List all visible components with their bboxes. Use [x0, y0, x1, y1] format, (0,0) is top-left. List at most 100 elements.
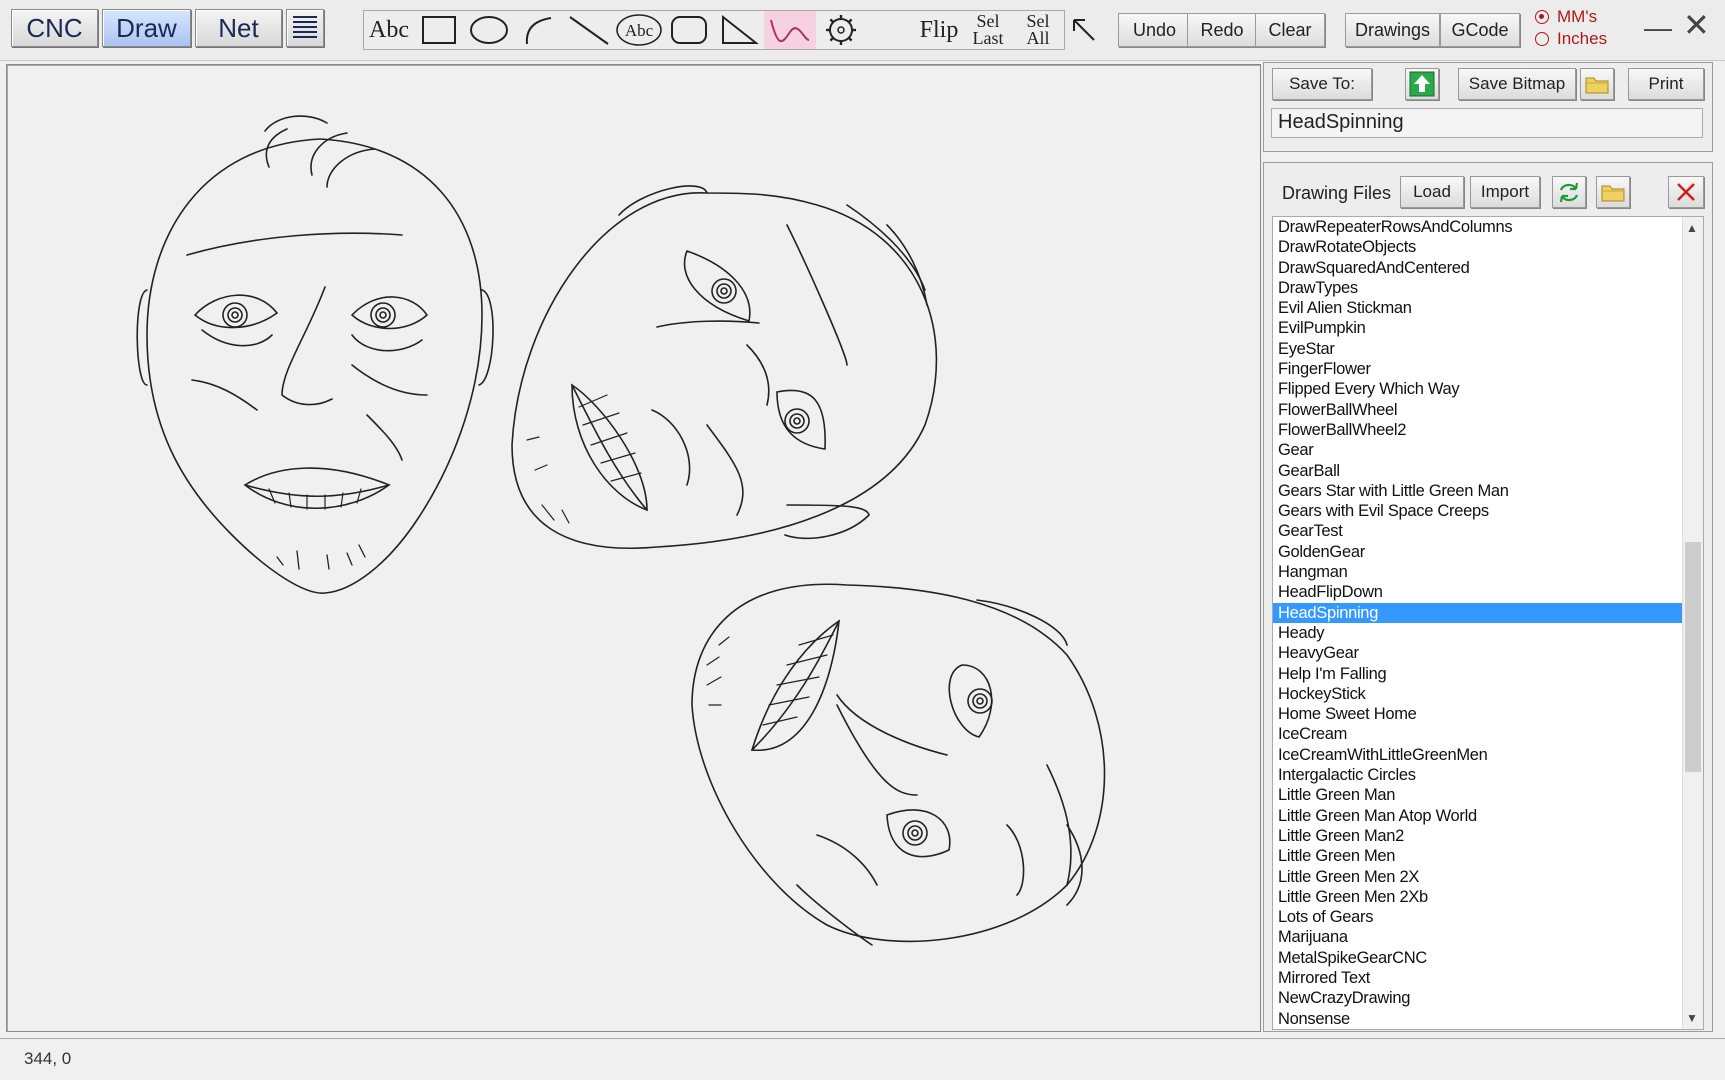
save-filename-field[interactable]: HeadSpinning	[1271, 108, 1703, 138]
curve-icon	[770, 19, 810, 42]
file-list-item[interactable]: Evil Alien Stickman	[1273, 298, 1703, 318]
clear-button[interactable]: Clear	[1255, 13, 1325, 47]
file-list-item[interactable]: DrawRepeaterRowsAndColumns	[1273, 217, 1703, 237]
file-list-item[interactable]: FlowerBallWheel	[1273, 400, 1703, 420]
pointer-tool[interactable]	[1068, 12, 1100, 50]
text-oval-icon: Abc	[616, 14, 662, 46]
select-last-button[interactable]: Sel Last	[964, 11, 1012, 49]
inches-option[interactable]: Inches	[1535, 28, 1635, 50]
file-list-item[interactable]: Lots of Gears	[1273, 907, 1703, 927]
file-list-item[interactable]: DrawSquaredAndCentered	[1273, 258, 1703, 278]
load-button[interactable]: Load	[1400, 176, 1464, 208]
file-list-item[interactable]: Gears Star with Little Green Man	[1273, 481, 1703, 501]
file-list-item[interactable]: Little Green Men 2X	[1273, 867, 1703, 887]
file-list-scrollbar[interactable]: ▲ ▼	[1682, 217, 1703, 1029]
file-list-item[interactable]: IceCream	[1273, 724, 1703, 744]
curve-tool[interactable]	[764, 11, 816, 49]
hamburger-icon	[291, 12, 319, 45]
file-list-item[interactable]: IceCreamWithLittleGreenMen	[1273, 745, 1703, 765]
file-list-item[interactable]: GearBall	[1273, 461, 1703, 481]
print-button[interactable]: Print	[1628, 68, 1704, 100]
import-button[interactable]: Import	[1470, 176, 1540, 208]
file-list-item[interactable]: Help I'm Falling	[1273, 664, 1703, 684]
select-all-label: Sel All	[1026, 11, 1050, 48]
rectangle-icon	[422, 16, 456, 44]
file-list-item[interactable]: Mirrored Text	[1273, 968, 1703, 988]
file-list-item[interactable]: DrawTypes	[1273, 278, 1703, 298]
rounded-rectangle-tool[interactable]	[664, 11, 714, 49]
drawings-button[interactable]: Drawings	[1345, 13, 1440, 47]
gcode-button[interactable]: GCode	[1440, 13, 1520, 47]
file-list-item[interactable]: FingerFlower	[1273, 359, 1703, 379]
file-list-item[interactable]: Gears with Evil Space Creeps	[1273, 501, 1703, 521]
close-icon[interactable]: ✕	[1683, 6, 1710, 44]
undo-button[interactable]: Undo	[1118, 13, 1191, 47]
arc-tool[interactable]	[514, 11, 564, 49]
browse-folder-button[interactable]	[1580, 68, 1614, 100]
delete-file-button[interactable]	[1668, 176, 1704, 208]
redo-button[interactable]: Redo	[1187, 13, 1257, 47]
upload-button[interactable]	[1405, 68, 1439, 100]
cnc-mode-button[interactable]: CNC	[11, 9, 98, 47]
triangle-icon	[722, 14, 759, 44]
drawing-canvas[interactable]	[6, 64, 1261, 1032]
arc-icon	[525, 17, 552, 45]
folder-open-icon	[1601, 185, 1625, 202]
save-to-button[interactable]: Save To:	[1272, 68, 1372, 100]
file-list-item[interactable]: NewCrazyDrawing	[1273, 988, 1703, 1008]
file-list-item[interactable]: Little Green Man	[1273, 785, 1703, 805]
file-list-item[interactable]: MetalSpikeGearCNC	[1273, 948, 1703, 968]
file-list-item[interactable]: Nonsense	[1273, 1009, 1703, 1029]
text-tool[interactable]: Abc	[364, 11, 414, 49]
file-list-item[interactable]: Little Green Men 2Xb	[1273, 887, 1703, 907]
file-list-item[interactable]: Home Sweet Home	[1273, 704, 1703, 724]
gear-icon	[826, 15, 856, 45]
scroll-up-icon[interactable]: ▲	[1686, 221, 1698, 235]
select-all-button[interactable]: Sel All	[1012, 11, 1064, 49]
mm-label: MM's	[1557, 7, 1598, 26]
file-list-item[interactable]: Little Green Man Atop World	[1273, 806, 1703, 826]
net-mode-button[interactable]: Net	[195, 9, 282, 47]
rectangle-tool[interactable]	[414, 11, 464, 49]
refresh-button[interactable]	[1552, 176, 1586, 208]
drawing-artwork	[136, 115, 1106, 946]
file-list-item[interactable]: Marijuana	[1273, 927, 1703, 947]
file-list-item[interactable]: HockeyStick	[1273, 684, 1703, 704]
open-folder-button[interactable]	[1596, 176, 1630, 208]
menu-button[interactable]	[286, 9, 324, 47]
file-list-item[interactable]: Little Green Men	[1273, 846, 1703, 866]
save-bitmap-button[interactable]: Save Bitmap	[1458, 68, 1576, 100]
file-list-item[interactable]: HeadFlipDown	[1273, 582, 1703, 602]
text-tool-label: Abc	[369, 16, 409, 43]
minimize-icon[interactable]: —	[1644, 14, 1672, 42]
text-on-oval-tool[interactable]: Abc	[614, 11, 664, 49]
file-list-item[interactable]: HeadSpinning	[1273, 602, 1683, 623]
folder-icon	[1585, 77, 1609, 94]
file-list-item[interactable]: FlowerBallWheel2	[1273, 420, 1703, 440]
file-list-item[interactable]: GearTest	[1273, 521, 1703, 541]
inches-radio[interactable]	[1535, 32, 1549, 46]
line-tool[interactable]	[564, 11, 614, 49]
mm-radio[interactable]	[1535, 10, 1549, 24]
file-list-item[interactable]: HeavyGear	[1273, 643, 1703, 663]
triangle-tool[interactable]	[714, 11, 764, 49]
file-list-item[interactable]: Intergalactic Circles	[1273, 765, 1703, 785]
scroll-thumb[interactable]	[1685, 542, 1701, 772]
file-list-item[interactable]: Hangman	[1273, 562, 1703, 582]
file-list-item[interactable]: Gear	[1273, 440, 1703, 460]
file-list-item[interactable]: Flipped Every Which Way	[1273, 379, 1703, 399]
file-list-item[interactable]: Little Green Man2	[1273, 826, 1703, 846]
draw-mode-button[interactable]: Draw	[102, 9, 191, 47]
scroll-down-icon[interactable]: ▼	[1686, 1011, 1698, 1025]
file-list-item[interactable]: Heady	[1273, 623, 1703, 643]
gear-tool[interactable]	[816, 11, 866, 49]
flip-button[interactable]: Flip	[914, 11, 964, 49]
file-list-item[interactable]: GoldenGear	[1273, 542, 1703, 562]
file-list-item[interactable]: DrawRotateObjects	[1273, 237, 1703, 257]
units-selector: MM's Inches	[1535, 6, 1635, 54]
file-list-item[interactable]: EyeStar	[1273, 339, 1703, 359]
file-list-item[interactable]: EvilPumpkin	[1273, 318, 1703, 338]
mm-option[interactable]: MM's	[1535, 6, 1635, 28]
drawing-files-list[interactable]: DrawRepeaterRowsAndColumns DrawRotateObje…	[1272, 216, 1704, 1030]
ellipse-tool[interactable]	[464, 11, 514, 49]
